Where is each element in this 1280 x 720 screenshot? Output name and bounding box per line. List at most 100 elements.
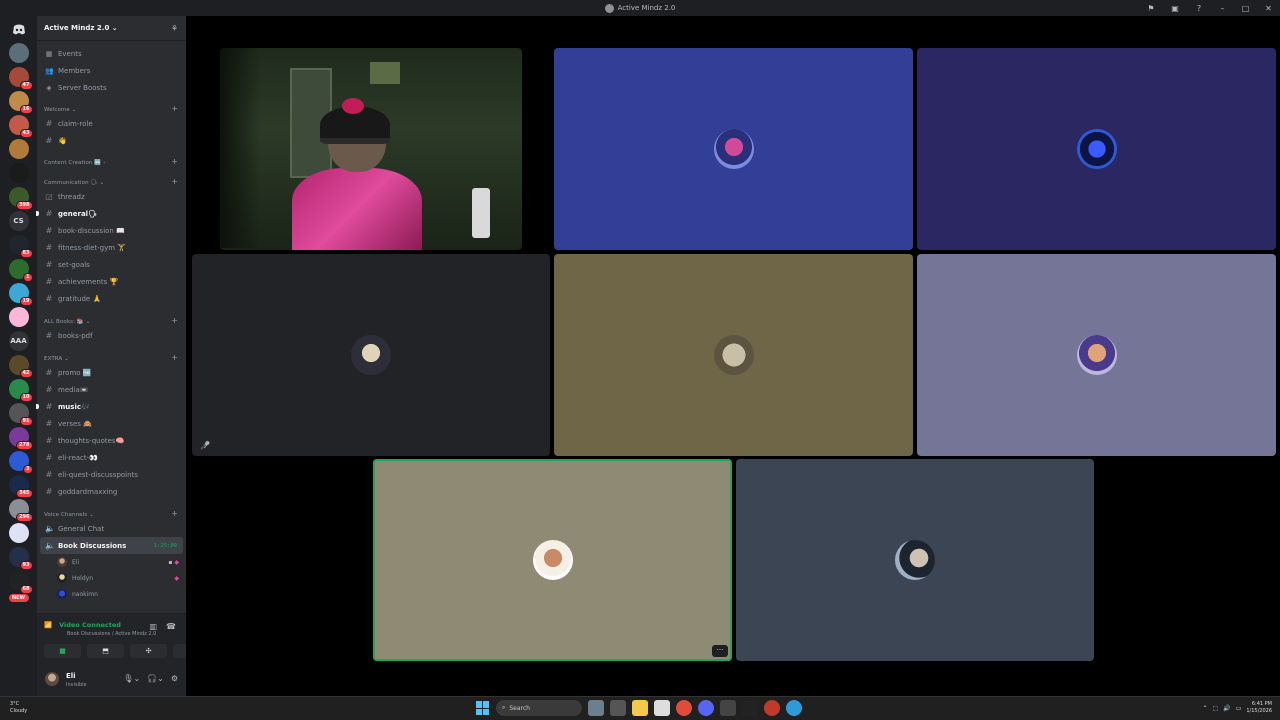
server-icon[interactable] bbox=[8, 307, 29, 327]
nav-server-boosts[interactable]: ◈ Server Boosts bbox=[37, 79, 186, 96]
chevron-up-icon[interactable]: ⌃ bbox=[1203, 705, 1208, 712]
username[interactable]: Eli bbox=[66, 672, 76, 680]
terminal-icon[interactable] bbox=[742, 700, 758, 716]
server-icon[interactable]: 3 bbox=[8, 451, 33, 474]
channel-fitness-diet-gym[interactable]: # fitness-diet-gym 🏋 bbox=[37, 239, 186, 256]
participant-tile[interactable] bbox=[554, 254, 913, 456]
server-icon[interactable]: 296 bbox=[8, 499, 33, 522]
maximize-button[interactable]: □ bbox=[1234, 4, 1257, 13]
inbox-icon[interactable]: ▣ bbox=[1163, 4, 1187, 13]
add-channel-icon[interactable]: + bbox=[171, 354, 178, 362]
server-icon[interactable] bbox=[8, 43, 29, 63]
category-voice-channels[interactable]: Voice Channels ⌄ + bbox=[37, 500, 186, 520]
flag-icon[interactable]: ⚑ bbox=[1139, 4, 1163, 13]
clock[interactable]: 6:41 PM 1/15/2026 bbox=[1246, 701, 1272, 715]
widgets-icon[interactable] bbox=[588, 700, 604, 716]
channel-goddardmaxxing[interactable]: # goddardmaxxing bbox=[37, 483, 186, 500]
participant-tile[interactable] bbox=[917, 254, 1276, 456]
app-icon[interactable] bbox=[764, 700, 780, 716]
server-header[interactable]: Active Mindz 2.0 ⌄ ⚘ bbox=[37, 16, 186, 41]
calendar-app-icon[interactable] bbox=[654, 700, 670, 716]
add-channel-icon[interactable]: + bbox=[171, 178, 178, 186]
help-icon[interactable]: ? bbox=[1187, 4, 1211, 13]
channel-eli-react[interactable]: # eli-react-👀 bbox=[37, 449, 186, 466]
channel-music[interactable]: # music🎶 bbox=[36, 398, 186, 415]
participant-tile[interactable] bbox=[554, 48, 913, 250]
taskbar-search[interactable]: ⌕ Search bbox=[496, 700, 582, 716]
channel-general[interactable]: # general🗣 bbox=[36, 205, 186, 222]
channel-verses[interactable]: # verses 🙈 bbox=[37, 415, 186, 432]
server-icon[interactable]: 19 bbox=[8, 283, 33, 306]
server-icon[interactable]: 345 bbox=[8, 475, 33, 498]
app-icon[interactable] bbox=[786, 700, 802, 716]
add-channel-icon[interactable]: + bbox=[171, 510, 178, 518]
discord-taskbar-icon[interactable] bbox=[698, 700, 714, 716]
category-content-creation[interactable]: Content Creation 🆕 › + bbox=[37, 149, 186, 168]
activities-button[interactable]: ✣ bbox=[130, 644, 167, 658]
new-badge[interactable]: NEW bbox=[8, 594, 29, 604]
add-channel-icon[interactable]: + bbox=[171, 158, 178, 166]
app-icon[interactable] bbox=[720, 700, 736, 716]
voice-user[interactable]: naokimn bbox=[37, 586, 186, 602]
channel-claim-role[interactable]: # claim-role bbox=[37, 115, 186, 132]
noise-suppression-icon[interactable]: ▥ bbox=[149, 622, 157, 631]
server-icon[interactable]: 278 bbox=[8, 427, 33, 450]
server-icon[interactable]: CS bbox=[8, 211, 29, 231]
avatar[interactable] bbox=[45, 672, 59, 686]
category-communication[interactable]: Communication 🗣 ⌄ + bbox=[37, 168, 186, 188]
channel-set-goals[interactable]: # set-goals bbox=[37, 256, 186, 273]
server-icon[interactable]: 1 bbox=[8, 259, 33, 282]
battery-icon[interactable]: ▭ bbox=[1236, 705, 1242, 712]
chrome-icon[interactable] bbox=[676, 700, 692, 716]
participant-tile[interactable] bbox=[736, 459, 1094, 661]
participant-tile[interactable] bbox=[917, 48, 1276, 250]
channel-thoughts-quotes[interactable]: # thoughts-quotes🧠 bbox=[37, 432, 186, 449]
channel-book-discussion[interactable]: # book-discussion 📖 bbox=[37, 222, 186, 239]
server-icon[interactable] bbox=[8, 139, 29, 159]
server-icon[interactable]: 91 bbox=[8, 403, 33, 426]
discord-home-icon[interactable] bbox=[9, 19, 29, 39]
camera-feed-tile[interactable] bbox=[220, 48, 522, 250]
category-extra[interactable]: EXTRA ⌄ + bbox=[37, 344, 186, 364]
server-icon[interactable]: 83 bbox=[8, 235, 33, 258]
nav-members[interactable]: 👥 Members bbox=[37, 62, 186, 79]
settings-gear-icon[interactable]: ⚙ bbox=[171, 674, 178, 683]
task-view-icon[interactable] bbox=[610, 700, 626, 716]
server-icon[interactable]: 93 bbox=[8, 547, 33, 570]
screen-share-button[interactable]: ⬒ bbox=[87, 644, 124, 658]
participant-tile[interactable]: 🎤̸ bbox=[192, 254, 550, 456]
microphone-icon[interactable]: 🎙⌄ bbox=[123, 674, 140, 683]
server-icon[interactable]: 10 bbox=[8, 379, 33, 402]
channel-eli-quest[interactable]: # eli-quest-discusspoints bbox=[37, 466, 186, 483]
add-channel-icon[interactable]: + bbox=[171, 317, 178, 325]
category-all-books[interactable]: ALL Books: 📚 ⌄ + bbox=[37, 307, 186, 327]
server-icon[interactable] bbox=[8, 163, 29, 183]
server-icon[interactable]: 68 bbox=[8, 571, 33, 594]
more-options-button[interactable]: ··· bbox=[712, 645, 728, 657]
voice-location[interactable]: Book Discussions / Active Mindz 2.0 bbox=[67, 631, 156, 637]
add-channel-icon[interactable]: + bbox=[171, 105, 178, 113]
channel-books-pdf[interactable]: # books-pdf bbox=[37, 327, 186, 344]
camera-button[interactable]: ■ bbox=[44, 644, 81, 658]
voice-status[interactable]: Video Connected bbox=[59, 621, 121, 629]
participant-tile-speaking[interactable]: ··· bbox=[373, 459, 732, 661]
add-friend-icon[interactable]: ⚘ bbox=[171, 24, 178, 33]
server-icon[interactable]: 43 bbox=[8, 115, 33, 138]
disconnect-icon[interactable]: ☎ bbox=[166, 622, 176, 631]
channel-gratitude[interactable]: # gratitude 🙏 bbox=[37, 290, 186, 307]
channel-media[interactable]: # media📼 bbox=[37, 381, 186, 398]
windows-start-icon[interactable] bbox=[476, 701, 490, 715]
voice-user[interactable]: Holdyn ◆ bbox=[37, 570, 186, 586]
file-explorer-icon[interactable] bbox=[632, 700, 648, 716]
close-button[interactable]: ✕ bbox=[1257, 4, 1280, 13]
nav-events[interactable]: ▦ Events bbox=[37, 45, 186, 62]
voice-user[interactable]: Eli ▪ ◆ bbox=[37, 554, 186, 570]
channel-wave[interactable]: # 👋 bbox=[37, 132, 186, 149]
channel-threadz[interactable]: ◲ threadz bbox=[37, 188, 186, 205]
channel-achievements[interactable]: # achievements 🏆 bbox=[37, 273, 186, 290]
server-icon[interactable]: 16 bbox=[8, 91, 33, 114]
channel-promo[interactable]: # promo 🆓 bbox=[37, 364, 186, 381]
server-icon[interactable] bbox=[8, 523, 29, 543]
headphones-icon[interactable]: 🎧⌄ bbox=[147, 674, 164, 683]
minimize-button[interactable]: – bbox=[1211, 4, 1234, 13]
